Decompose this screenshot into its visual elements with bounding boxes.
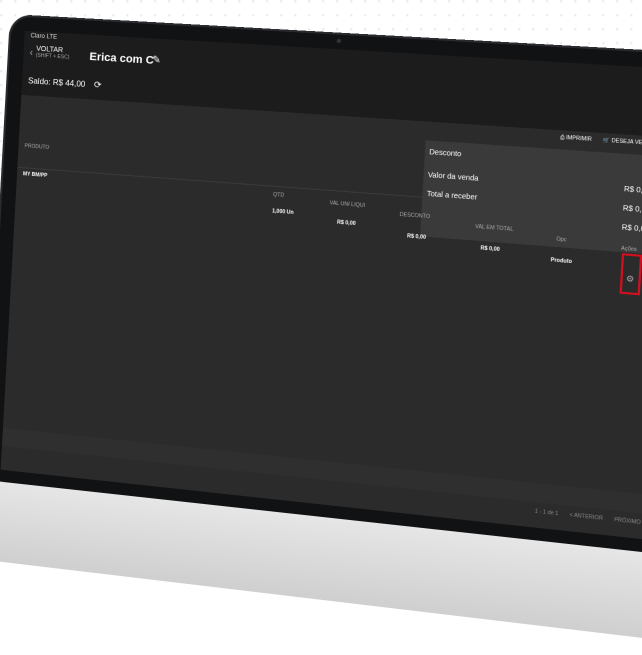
next-page-button[interactable]: PRÓXIMO > <box>614 517 642 527</box>
camera-dot <box>336 38 342 44</box>
discount-row: Desconto <box>429 148 462 159</box>
net-row: R$ 0,00 <box>621 224 642 234</box>
back-button[interactable]: ‹ VOLTAR (SHIFT + ESC) <box>29 45 70 61</box>
unit-cell: R$ 0,00 <box>336 219 356 228</box>
edit-pencil-icon[interactable]: ✎ <box>152 55 161 67</box>
product-cell: MY BM/PP <box>22 171 48 180</box>
col-produto: PRODUTO <box>24 143 50 152</box>
app-screen: Claro LTE ‹ VOLTAR (SHIFT + ESC) Erica c… <box>0 30 642 541</box>
carrier-text: Claro <box>30 33 45 41</box>
discount-cell: R$ 0,00 <box>406 233 427 241</box>
col-desconto: DESCONTO <box>399 211 431 221</box>
total-cell: R$ 0,00 <box>480 245 500 254</box>
col-qtd: QTD <box>272 191 285 199</box>
chevron-left-icon: ‹ <box>29 46 34 58</box>
sale-toolbar: ⎙ IMPRIMIR 🛒 DESEJA VENDER (F4) <box>560 135 642 149</box>
col-val-uni: VAL UNI LIQUI <box>329 200 366 210</box>
customer-title: Erica com C <box>89 50 155 67</box>
signal-text: LTE <box>46 34 58 41</box>
col-opc: Opc <box>556 236 567 244</box>
back-shortcut: (SHIFT + ESC) <box>35 52 70 61</box>
printer-icon: ⎙ <box>559 134 565 142</box>
col-acoes: Ações <box>620 245 637 254</box>
monitor: Claro LTE ‹ VOLTAR (SHIFT + ESC) Erica c… <box>0 14 642 655</box>
prev-page-button[interactable]: < ANTERIOR <box>569 512 603 522</box>
gear-icon[interactable]: ⚙ <box>626 274 635 284</box>
cart-icon: 🛒 <box>602 137 611 145</box>
qty-cell: 1,000 Un <box>271 208 294 217</box>
status-bar: Claro LTE <box>30 33 57 41</box>
page-range: 1 - 1 de 1 <box>534 508 559 518</box>
type-cell: Produto <box>550 257 573 266</box>
print-button[interactable]: ⎙ IMPRIMIR <box>560 135 592 143</box>
saldo-text: Saldo: R$ 44,00 <box>27 76 86 89</box>
cart-button[interactable]: 🛒 DESEJA VENDER (F4) <box>603 137 642 148</box>
refresh-icon[interactable]: ⟳ <box>94 79 102 91</box>
